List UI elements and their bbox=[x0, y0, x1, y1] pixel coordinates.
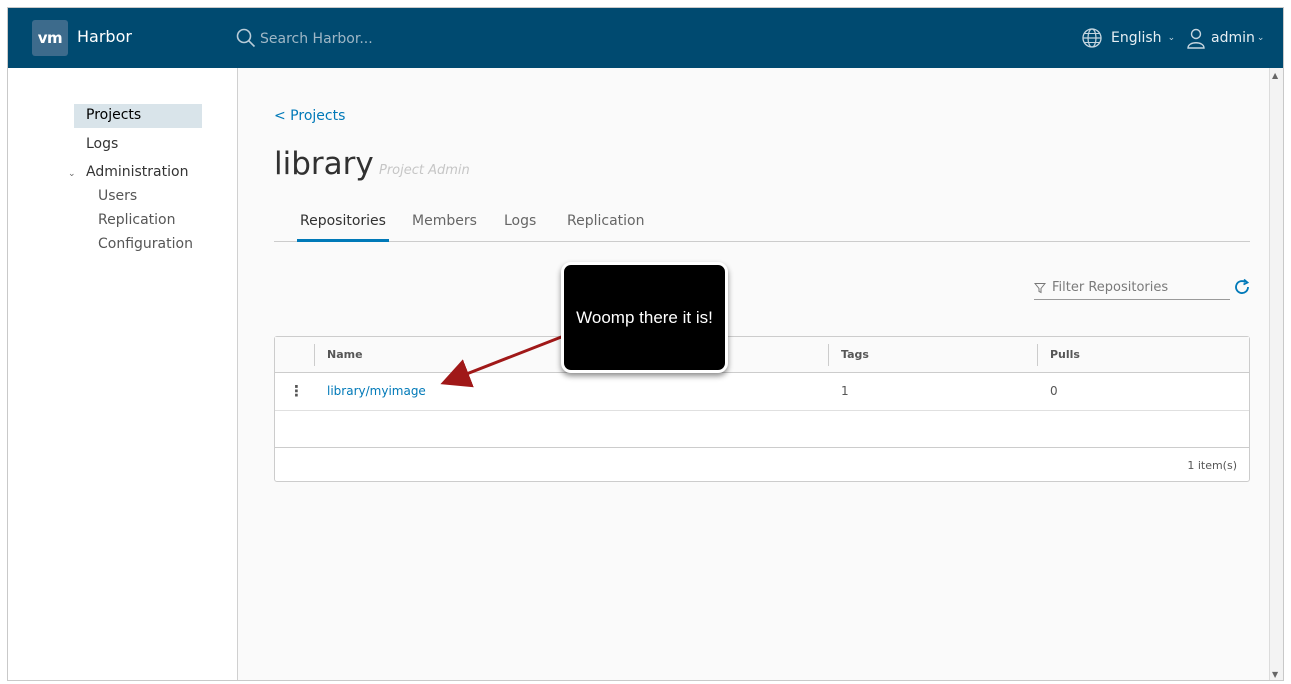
sidebar-item-users[interactable]: Users bbox=[98, 188, 137, 204]
filter-field bbox=[1034, 276, 1230, 300]
pulls-count: 0 bbox=[1050, 384, 1058, 398]
table-row: ⋮ library/myimage 1 0 bbox=[275, 373, 1249, 411]
chevron-down-icon: ⌄ bbox=[1256, 33, 1265, 43]
tab-logs[interactable]: Logs bbox=[504, 213, 536, 242]
sidebar-item-replication[interactable]: Replication bbox=[98, 212, 175, 228]
sidebar-item-projects[interactable]: Projects bbox=[74, 104, 202, 128]
globe-icon bbox=[1082, 28, 1102, 48]
tab-members[interactable]: Members bbox=[412, 213, 477, 242]
item-count: 1 item(s) bbox=[1187, 459, 1237, 472]
filter-input[interactable] bbox=[1052, 280, 1222, 295]
app-name: Harbor bbox=[77, 27, 132, 46]
filter-icon bbox=[1034, 282, 1046, 293]
user-icon bbox=[1187, 28, 1205, 49]
table-footer: 1 item(s) bbox=[275, 447, 1249, 482]
page-title: library bbox=[274, 146, 374, 182]
role-label: Project Admin bbox=[379, 163, 470, 178]
user-menu[interactable]: admin ⌄ bbox=[1186, 26, 1264, 50]
sidebar-group-label: Administration bbox=[86, 164, 189, 180]
username-label: admin bbox=[1211, 30, 1255, 46]
column-header-tags[interactable]: Tags bbox=[841, 348, 869, 361]
project-tabs: Repositories Members Logs Replication bbox=[274, 213, 1250, 242]
search-input[interactable] bbox=[260, 28, 560, 50]
repository-name-link[interactable]: library/myimage bbox=[327, 384, 426, 398]
search-icon bbox=[236, 28, 256, 48]
tab-repositories[interactable]: Repositories bbox=[297, 213, 389, 242]
sidebar-item-logs[interactable]: Logs bbox=[86, 136, 118, 152]
chevron-down-icon: ⌄ bbox=[1167, 33, 1176, 43]
sidebar-item-configuration[interactable]: Configuration bbox=[98, 236, 193, 252]
scroll-up-icon[interactable]: ▲ bbox=[1272, 71, 1278, 80]
chevron-down-icon: ⌄ bbox=[68, 169, 76, 179]
app-header: vm Harbor English ⌄ admin ⌄ bbox=[8, 8, 1283, 68]
refresh-icon[interactable] bbox=[1233, 278, 1251, 296]
vmware-logo: vm bbox=[32, 20, 68, 56]
repositories-table: Name Tags Pulls ⋮ library/myimage 1 0 1 … bbox=[274, 336, 1250, 482]
browser-frame: vm Harbor English ⌄ admin ⌄ bbox=[7, 7, 1284, 681]
tab-replication[interactable]: Replication bbox=[567, 213, 644, 242]
back-to-projects-link[interactable]: < Projects bbox=[274, 108, 345, 124]
row-actions-icon[interactable]: ⋮ bbox=[289, 382, 304, 400]
language-label: English bbox=[1111, 30, 1162, 46]
table-header: Name Tags Pulls bbox=[275, 337, 1249, 373]
annotation-callout: Woomp there it is! bbox=[561, 262, 728, 373]
column-divider bbox=[314, 344, 315, 366]
column-divider bbox=[828, 344, 829, 366]
tags-count: 1 bbox=[841, 384, 849, 398]
sidebar: Projects Logs ⌄ Administration Users Repl… bbox=[8, 68, 238, 680]
scroll-down-icon[interactable]: ▼ bbox=[1272, 670, 1278, 679]
vertical-scrollbar[interactable]: ▲ ▼ bbox=[1269, 68, 1283, 680]
column-header-name[interactable]: Name bbox=[327, 348, 363, 361]
column-header-pulls[interactable]: Pulls bbox=[1050, 348, 1080, 361]
language-selector[interactable]: English ⌄ bbox=[1081, 26, 1175, 50]
main-content: < Projects library Project Admin Reposit… bbox=[239, 68, 1269, 680]
column-divider bbox=[1037, 344, 1038, 366]
sidebar-group-administration[interactable]: ⌄ Administration bbox=[68, 164, 188, 180]
